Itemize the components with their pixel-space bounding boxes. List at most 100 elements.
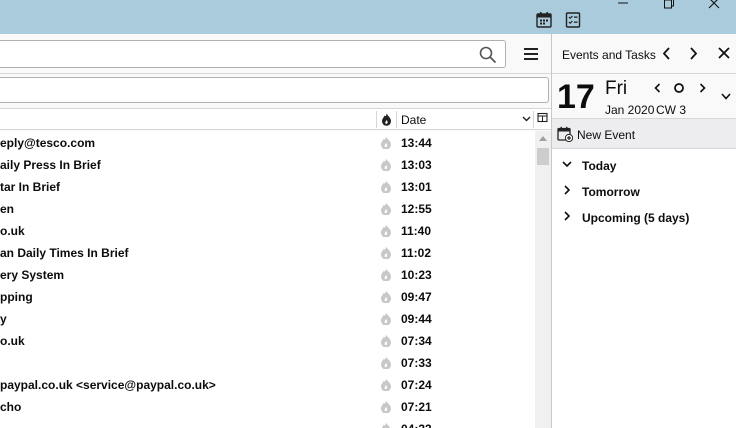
mini-day-view: 17 Fri Jan 2020 CW 3: [552, 74, 736, 119]
month-year: Jan 2020: [605, 103, 655, 117]
message-date: 11:40: [401, 224, 432, 238]
junk-status-icon[interactable]: [380, 400, 392, 413]
message-list-header: Date: [0, 108, 551, 130]
title-bar: [0, 0, 736, 34]
junk-status-icon[interactable]: [380, 224, 392, 237]
junk-status-icon[interactable]: [380, 158, 392, 171]
table-row[interactable]: 04:33: [0, 417, 535, 428]
day-number: 17: [557, 78, 595, 116]
agenda-section-label: Today: [582, 159, 617, 173]
chevron-down-icon[interactable]: [721, 93, 731, 100]
chevron-right-icon[interactable]: [562, 185, 572, 195]
table-row[interactable]: 07:33: [0, 351, 535, 373]
message-sender: an Daily Times In Brief: [0, 246, 129, 260]
message-sender: tar In Brief: [0, 180, 61, 194]
table-row[interactable]: eply@tesco.com 13:44: [0, 131, 535, 153]
message-date: 13:44: [401, 136, 432, 150]
minimize-button[interactable]: [608, 0, 638, 12]
table-row[interactable]: pping 09:47: [0, 285, 535, 307]
agenda-section-label: Tomorrow: [582, 185, 640, 199]
next-day-button[interactable]: [685, 45, 701, 61]
message-date: 09:47: [401, 290, 432, 304]
agenda-section-upcoming[interactable]: Upcoming (5 days): [552, 204, 736, 230]
chevron-right-icon[interactable]: [562, 211, 572, 221]
mini-prev-day-icon[interactable]: [654, 83, 661, 93]
scroll-up-arrow-icon[interactable]: [539, 136, 547, 141]
junk-status-icon[interactable]: [380, 136, 392, 149]
message-date: 13:03: [401, 158, 432, 172]
events-pane-header: Events and Tasks: [552, 34, 736, 74]
junk-status-icon[interactable]: [380, 378, 392, 391]
agenda-section-tomorrow[interactable]: Tomorrow: [552, 178, 736, 204]
column-picker-icon[interactable]: [537, 112, 549, 124]
message-sender: cho: [0, 400, 22, 414]
message-sender: o.uk: [0, 334, 25, 348]
junk-status-icon[interactable]: [380, 334, 392, 347]
message-date: 10:23: [401, 268, 432, 282]
table-row[interactable]: paypal.co.uk <service@paypal.co.uk> 07:24: [0, 373, 535, 395]
table-row[interactable]: tar In Brief 13:01: [0, 175, 535, 197]
table-row[interactable]: en 12:55: [0, 197, 535, 219]
message-list[interactable]: eply@tesco.com 13:44 aily Press In Brief 13…: [0, 131, 535, 428]
new-event-label: New Event: [577, 128, 636, 142]
junk-status-icon[interactable]: [380, 422, 392, 428]
restore-button[interactable]: [654, 0, 684, 12]
pane-title: Events and Tasks: [562, 48, 656, 62]
junk-status-icon[interactable]: [380, 180, 392, 193]
hamburger-menu-icon[interactable]: [521, 46, 541, 62]
close-window-button[interactable]: [699, 0, 729, 12]
table-row[interactable]: y 09:44: [0, 307, 535, 329]
junk-status-icon[interactable]: [380, 268, 392, 281]
close-icon: [718, 47, 730, 59]
table-row[interactable]: an Daily Times In Brief 11:02: [0, 241, 535, 263]
junk-status-icon[interactable]: [381, 113, 392, 126]
message-sender: y: [0, 312, 7, 326]
previous-day-button[interactable]: [658, 45, 674, 61]
quick-filter-bar: [0, 74, 551, 108]
junk-status-icon[interactable]: [380, 290, 392, 303]
message-sender: pping: [0, 290, 33, 304]
agenda-section-today[interactable]: Today: [552, 152, 736, 178]
message-sender: eply@tesco.com: [0, 136, 96, 150]
close-pane-button[interactable]: [716, 45, 732, 61]
column-separator: [376, 111, 377, 128]
table-row[interactable]: cho 07:21: [0, 395, 535, 417]
table-row[interactable]: o.uk 07:34: [0, 329, 535, 351]
table-row[interactable]: ery System 10:23: [0, 263, 535, 285]
message-date: 13:01: [401, 180, 432, 194]
chevron-right-icon: [689, 46, 697, 60]
events-and-tasks-pane: Events and Tasks 17 Fri Jan 2020 CW 3 Ne…: [552, 34, 736, 428]
quick-search-toolbar: [0, 34, 551, 74]
chevron-left-icon: [662, 46, 670, 60]
minimize-icon: [618, 2, 628, 4]
message-sender: o.uk: [0, 224, 25, 238]
search-icon: [479, 46, 497, 64]
message-sender: en: [0, 202, 15, 216]
table-row[interactable]: o.uk 11:40: [0, 219, 535, 241]
scrollbar-thumb[interactable]: [537, 148, 549, 165]
table-row[interactable]: aily Press In Brief 13:03: [0, 153, 535, 175]
junk-status-icon[interactable]: [380, 312, 392, 325]
message-sender: aily Press In Brief: [0, 158, 101, 172]
date-column-header[interactable]: Date: [401, 113, 426, 127]
column-separator: [533, 111, 534, 128]
search-input[interactable]: [0, 40, 506, 68]
message-date: 07:21: [401, 400, 432, 414]
chevron-down-icon[interactable]: [562, 159, 572, 169]
junk-status-icon[interactable]: [380, 356, 392, 369]
message-list-scrollbar[interactable]: [535, 131, 551, 428]
junk-status-icon[interactable]: [380, 246, 392, 259]
today-circle-icon[interactable]: [673, 82, 685, 94]
mini-next-day-icon[interactable]: [699, 83, 706, 93]
filter-input[interactable]: [0, 77, 549, 103]
calendar-icon[interactable]: [535, 11, 553, 29]
message-sender: ery System: [0, 268, 65, 282]
junk-status-icon[interactable]: [380, 202, 392, 215]
tasks-icon[interactable]: [564, 11, 582, 29]
chevron-down-icon[interactable]: [522, 116, 531, 122]
close-icon: [708, 0, 720, 9]
new-event-button[interactable]: New Event: [552, 119, 736, 149]
agenda-section-label: Upcoming (5 days): [582, 211, 690, 225]
calendar-week: CW 3: [656, 103, 686, 117]
message-date: 12:55: [401, 202, 432, 216]
